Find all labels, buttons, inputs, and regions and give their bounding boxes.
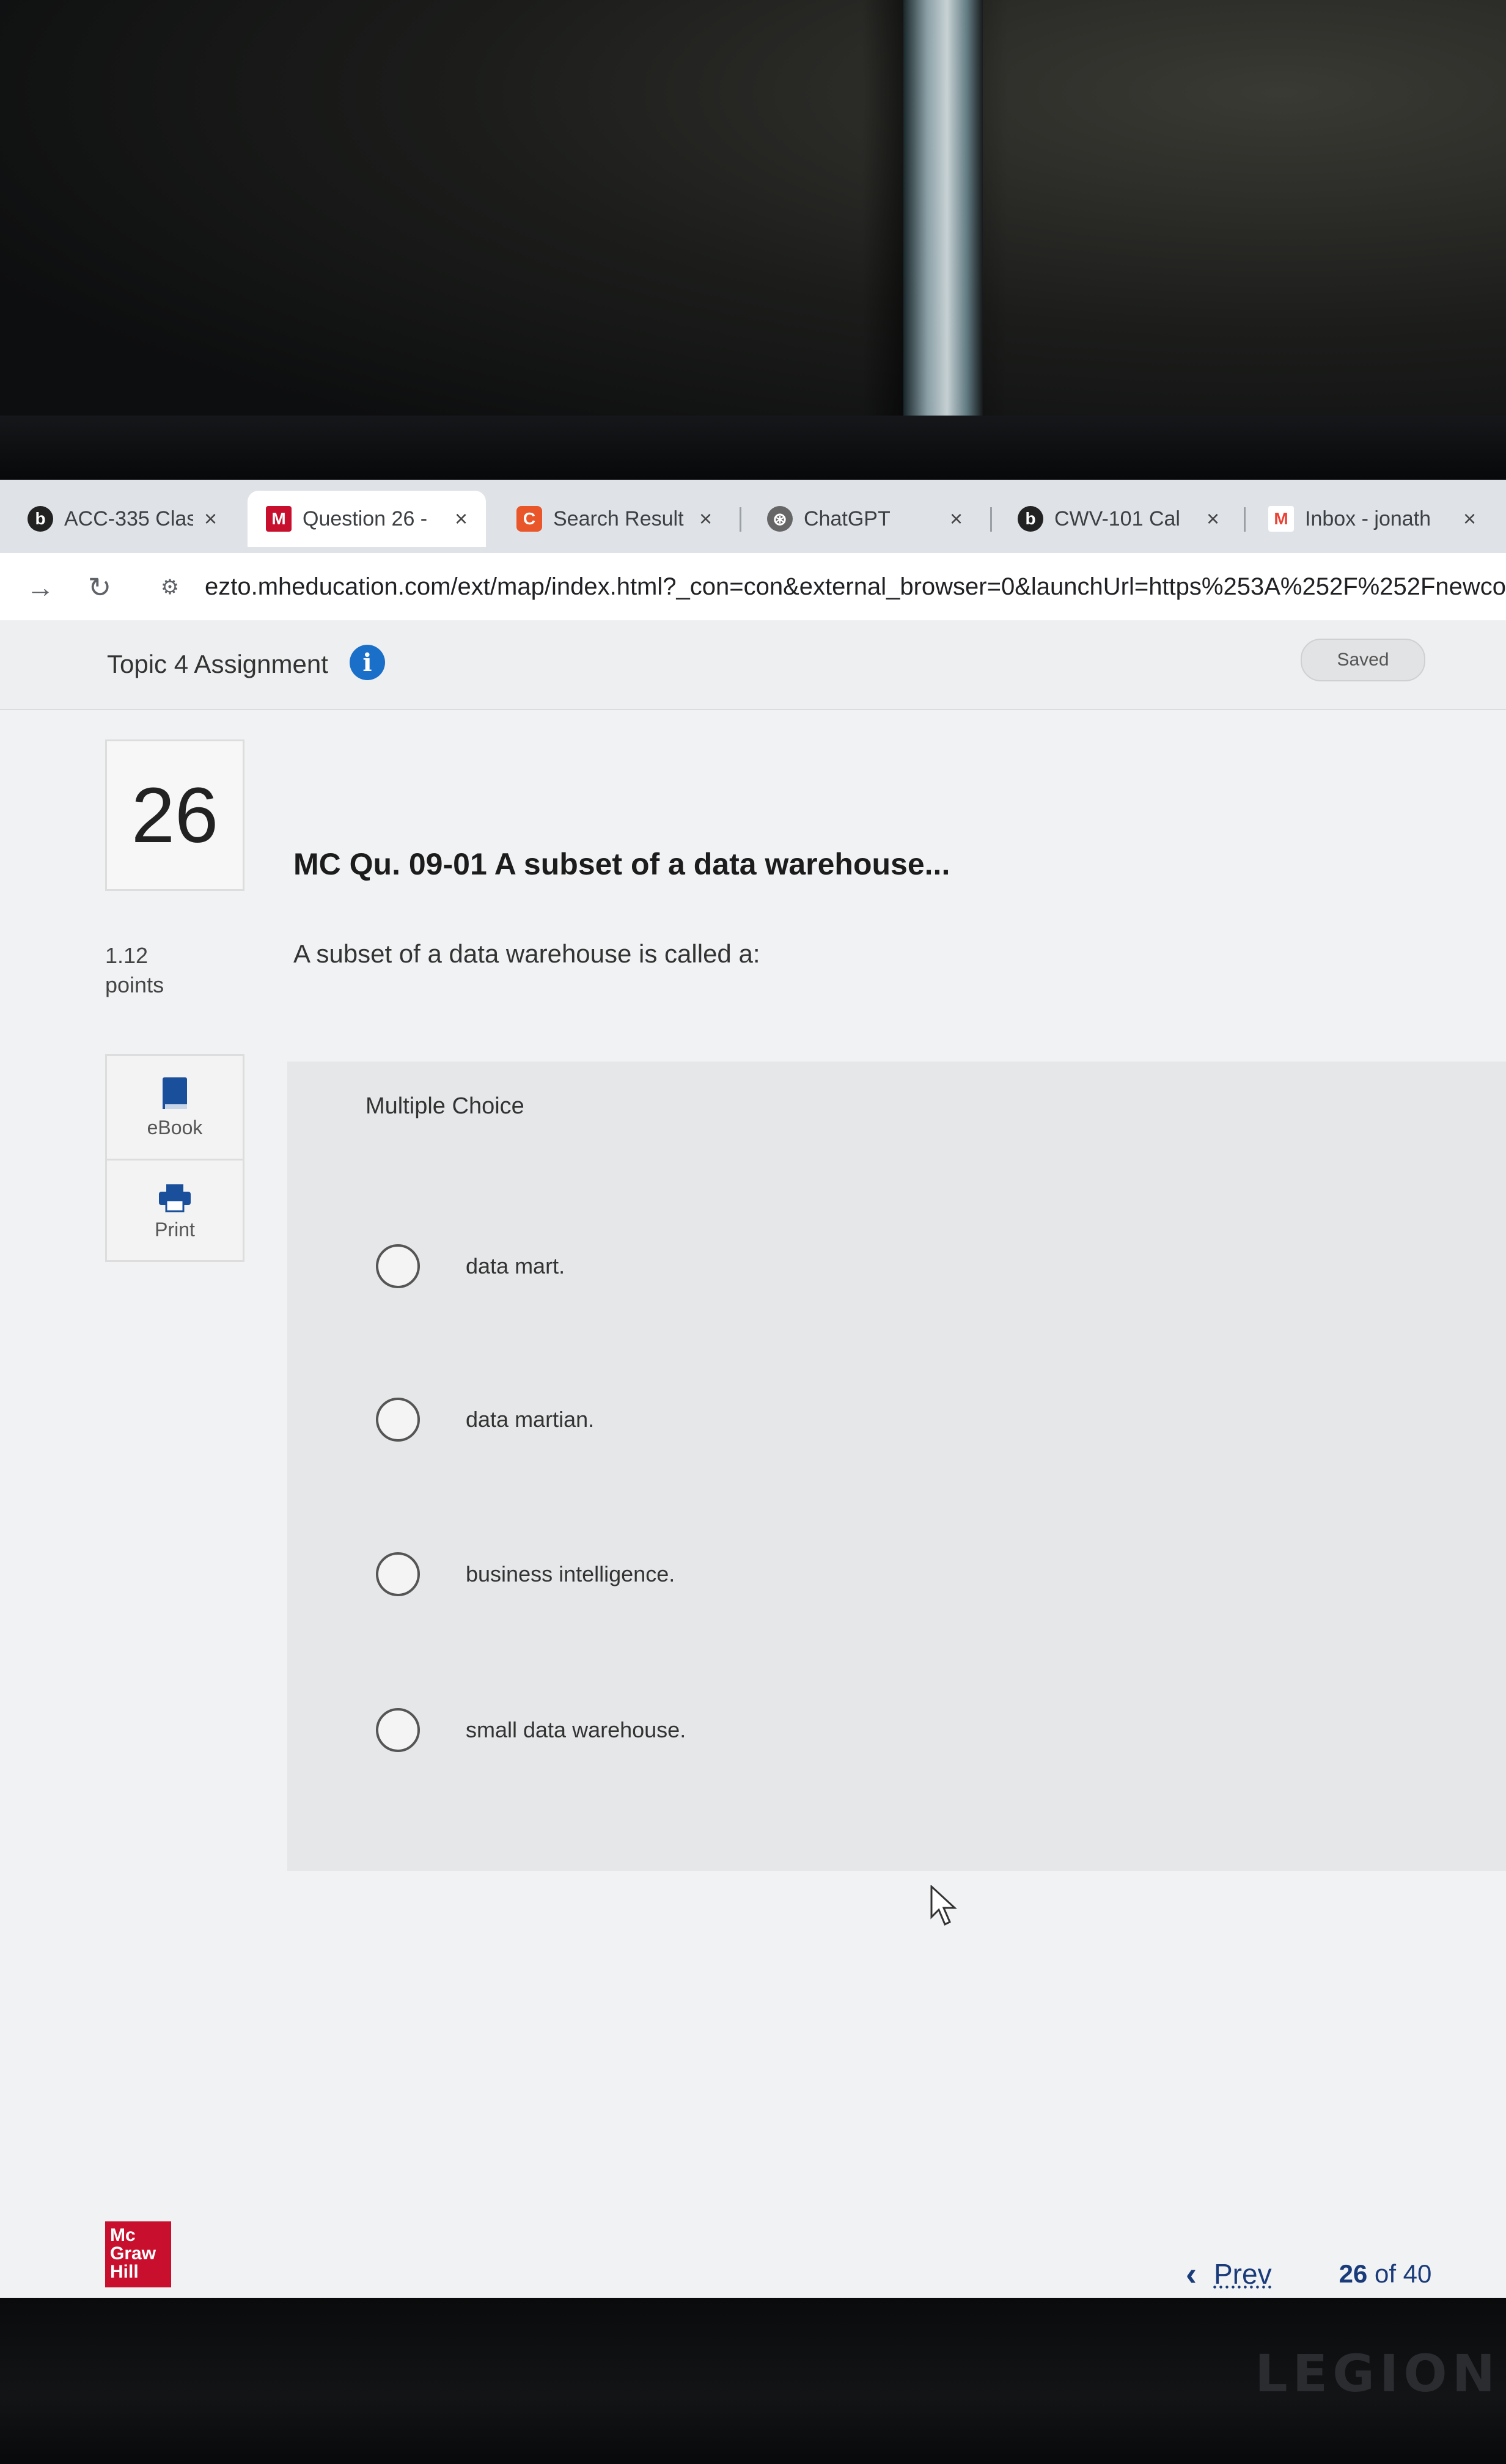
window-light-strip [903,0,983,428]
background-wall [0,0,1506,464]
tab-separator [740,507,741,532]
forward-icon[interactable]: → [23,570,57,604]
page-counter: 26 of 40 [1339,2259,1432,2289]
tab-separator [990,507,992,532]
ebook-button[interactable]: eBook [107,1056,243,1159]
close-icon[interactable]: × [1463,506,1476,532]
orange-c-icon: C [516,506,542,532]
tab-label: ChatGPT [804,507,891,530]
option-label: business intelligence. [466,1561,675,1586]
laptop-top-bezel [0,416,1506,483]
of-label: of [1374,2259,1396,2288]
total-pages: 40 [1403,2259,1432,2288]
tab-label: Search Result [553,507,684,530]
url-field[interactable]: ezto.mheducation.com/ext/map/index.html?… [205,553,1506,620]
tab-chatgpt[interactable]: ⊛ ChatGPT × [749,491,981,547]
answer-option[interactable]: business intelligence. [376,1547,675,1602]
logo-line: Mc [110,2225,136,2245]
tab-acc-335[interactable]: b ACC-335 Clas × [9,491,235,547]
question-points: 1.12 points [105,941,164,1000]
question-type-label: Multiple Choice [365,1093,524,1119]
question-navigation: ‹ Prev 26 of 40 [1186,2255,1431,2293]
gmail-icon: M [1268,506,1294,532]
chatgpt-icon: ⊛ [767,506,793,532]
print-label: Print [155,1218,195,1241]
points-label: points [105,972,164,997]
tab-label: ACC-335 Clas [64,507,193,530]
tab-label: Inbox - jonath [1305,507,1431,530]
mouse-pointer-icon [930,1885,957,1926]
laptop-brand-logo: LEGION [1255,2344,1500,2404]
mcgraw-hill-logo: Mc Graw Hill [105,2221,171,2287]
assignment-title: Topic 4 Assignment [107,650,328,678]
option-label: data mart. [466,1253,565,1278]
multiple-choice-panel: Multiple Choice data mart. data martian.… [287,1062,1506,1871]
answer-option[interactable]: data martian. [376,1392,594,1447]
browser-tab-strip: b ACC-335 Clas × M Question 26 - × C Sea… [0,480,1506,553]
tab-label: Question 26 - [303,507,428,530]
black-circle-icon: b [1018,506,1043,532]
chevron-left-icon: ‹ [1186,2256,1197,2292]
site-settings-icon[interactable]: ⚙ [153,570,187,604]
current-page: 26 [1339,2259,1368,2288]
option-label: small data warehouse. [466,1717,686,1742]
logo-line: Graw [110,2243,156,2264]
logo-line: Hill [110,2262,139,2282]
radio-button[interactable] [376,1244,420,1288]
close-icon[interactable]: × [950,506,963,532]
mcgraw-hill-m-icon: M [266,506,292,532]
option-label: data martian. [466,1407,595,1432]
prev-label: Prev [1213,2258,1272,2290]
question-prompt: A subset of a data warehouse is called a… [293,939,760,968]
tab-cwv-101[interactable]: b CWV-101 Cal × [999,491,1238,547]
tab-separator [1244,507,1246,532]
tab-search-result[interactable]: C Search Result × [498,491,730,547]
close-icon[interactable]: × [1207,506,1219,532]
question-number: 26 [105,739,244,891]
close-icon[interactable]: × [204,506,217,532]
question-tools: eBook Print [105,1054,244,1262]
close-icon[interactable]: × [455,506,468,532]
prev-button[interactable]: ‹ Prev [1186,2255,1272,2293]
radio-button[interactable] [376,1708,420,1752]
question-title: MC Qu. 09-01 A subset of a data warehous… [293,847,950,881]
radio-button[interactable] [376,1552,420,1596]
saved-status-button[interactable]: Saved [1301,639,1425,681]
radio-button[interactable] [376,1398,420,1442]
laptop-screen: b ACC-335 Clas × M Question 26 - × C Sea… [0,480,1506,2298]
ebook-label: eBook [147,1116,203,1138]
printer-icon [159,1184,191,1212]
tab-label: CWV-101 Cal [1054,507,1180,530]
address-bar-row: → ↻ ⚙ ezto.mheducation.com/ext/map/index… [0,553,1506,622]
points-value: 1.12 [105,943,149,968]
black-circle-icon: b [28,506,53,532]
answer-option[interactable]: small data warehouse. [376,1703,686,1758]
tab-inbox[interactable]: M Inbox - jonath × [1250,491,1494,547]
info-icon[interactable]: i [350,645,385,680]
book-icon [163,1077,187,1109]
answer-option[interactable]: data mart. [376,1239,565,1294]
close-icon[interactable]: × [699,506,712,532]
assignment-header: Topic 4 Assignment i Saved [0,620,1506,710]
print-button[interactable]: Print [107,1159,243,1263]
tab-question-26[interactable]: M Question 26 - × [248,491,486,547]
reload-icon[interactable]: ↻ [83,570,117,604]
